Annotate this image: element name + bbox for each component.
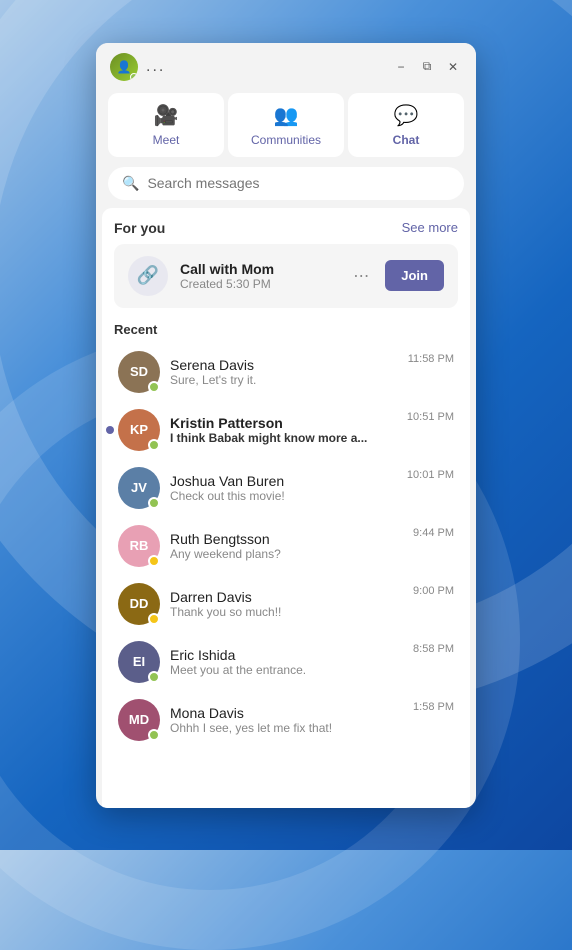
for-you-title: For you [114,220,165,236]
chat-preview: Any weekend plans? [170,547,403,561]
chat-preview: Sure, Let's try it. [170,373,398,387]
chat-preview: I think Babak might know more a... [170,431,397,445]
close-button[interactable]: ✕ [444,58,462,76]
title-bar-left: 👤 ... [110,53,165,81]
chat-time: 11:58 PM [408,351,454,365]
chat-body: Darren Davis Thank you so much!! [170,589,403,619]
chat-name: Mona Davis [170,705,403,721]
more-options-button[interactable]: ... [146,58,165,76]
avatar-wrap: KP [118,409,160,451]
avatar-initials: SD [130,364,148,379]
avatar-wrap: JV [118,467,160,509]
avatar-initials: JV [131,480,147,495]
call-info: Call with Mom Created 5:30 PM [180,261,341,291]
chat-item[interactable]: DD Darren Davis Thank you so much!! 9:00… [114,575,458,633]
chat-preview: Check out this movie! [170,489,397,503]
chat-item[interactable]: EI Eric Ishida Meet you at the entrance.… [114,633,458,691]
app-window: 👤 ... − ⧉ ✕ 🎥 Meet 👥 Communities 💬 Chat … [96,43,476,808]
chat-name: Serena Davis [170,357,398,373]
call-time: Created 5:30 PM [180,277,341,291]
avatar-status [148,497,160,509]
avatar-status [148,613,160,625]
window-controls: − ⧉ ✕ [392,58,462,76]
chat-body: Kristin Patterson I think Babak might kn… [170,415,397,445]
avatar-initials: DD [130,596,149,611]
chat-time: 9:00 PM [413,583,454,597]
chat-time: 10:01 PM [407,467,454,481]
chat-time: 1:58 PM [413,699,454,713]
call-name: Call with Mom [180,261,341,277]
title-bar: 👤 ... − ⧉ ✕ [96,43,476,87]
call-card: 🔗 Call with Mom Created 5:30 PM ⋯ Join [114,244,458,308]
chat-body: Joshua Van Buren Check out this movie! [170,473,397,503]
avatar-status [148,555,160,567]
chat-preview: Thank you so much!! [170,605,403,619]
tab-communities[interactable]: 👥 Communities [228,93,344,157]
chat-body: Eric Ishida Meet you at the entrance. [170,647,403,677]
communities-label: Communities [251,133,321,147]
chat-body: Serena Davis Sure, Let's try it. [170,357,398,387]
chat-name: Joshua Van Buren [170,473,397,489]
chat-item[interactable]: MD Mona Davis Ohhh I see, yes let me fix… [114,691,458,749]
tab-meet[interactable]: 🎥 Meet [108,93,224,157]
chat-preview: Meet you at the entrance. [170,663,403,677]
chat-name: Darren Davis [170,589,403,605]
chat-item[interactable]: RB Ruth Bengtsson Any weekend plans? 9:4… [114,517,458,575]
recent-header: Recent [114,322,458,337]
chat-preview: Ohhh I see, yes let me fix that! [170,721,403,735]
search-input[interactable] [147,175,450,191]
join-button[interactable]: Join [385,260,444,291]
avatar-initials: MD [129,712,149,727]
call-more-button[interactable]: ⋯ [353,266,369,286]
meet-label: Meet [153,133,180,147]
avatar-initials: KP [130,422,148,437]
call-icon-wrap: 🔗 [128,256,168,296]
chat-body: Mona Davis Ohhh I see, yes let me fix th… [170,705,403,735]
avatar-status [148,671,160,683]
maximize-button[interactable]: ⧉ [418,58,436,76]
chat-list: SD Serena Davis Sure, Let's try it. 11:5… [114,343,458,749]
avatar-initials: RB [130,538,149,553]
user-status-indicator [130,73,138,81]
avatar-status [148,729,160,741]
communities-icon: 👥 [274,103,299,128]
tab-chat[interactable]: 💬 Chat [348,93,464,157]
chat-time: 10:51 PM [407,409,454,423]
search-bar: 🔍 [108,167,464,200]
avatar-initials: EI [133,654,145,669]
avatar-status [148,439,160,451]
chat-label: Chat [393,133,420,147]
chat-time: 9:44 PM [413,525,454,539]
see-more-button[interactable]: See more [402,220,458,235]
chat-icon: 💬 [394,103,419,128]
for-you-section-header: For you See more [114,220,458,236]
chat-item[interactable]: JV Joshua Van Buren Check out this movie… [114,459,458,517]
avatar-wrap: RB [118,525,160,567]
nav-tabs: 🎥 Meet 👥 Communities 💬 Chat [96,87,476,167]
avatar-wrap: DD [118,583,160,625]
avatar-wrap: SD [118,351,160,393]
chat-name: Kristin Patterson [170,415,397,431]
chat-item[interactable]: KP Kristin Patterson I think Babak might… [114,401,458,459]
chat-name: Eric Ishida [170,647,403,663]
content-area: For you See more 🔗 Call with Mom Created… [102,208,470,808]
avatar-status [148,381,160,393]
minimize-button[interactable]: − [392,58,410,76]
chat-name: Ruth Bengtsson [170,531,403,547]
chat-body: Ruth Bengtsson Any weekend plans? [170,531,403,561]
search-icon: 🔍 [122,175,139,192]
user-avatar[interactable]: 👤 [110,53,138,81]
unread-dot [106,426,114,434]
chat-item[interactable]: SD Serena Davis Sure, Let's try it. 11:5… [114,343,458,401]
meet-icon: 🎥 [154,103,179,128]
avatar-wrap: EI [118,641,160,683]
call-link-icon: 🔗 [137,265,159,286]
chat-time: 8:58 PM [413,641,454,655]
avatar-wrap: MD [118,699,160,741]
